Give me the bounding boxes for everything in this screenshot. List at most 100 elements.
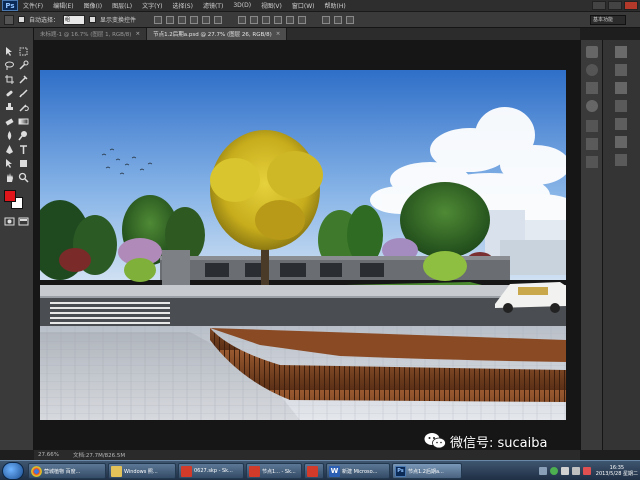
show-transform-checkbox[interactable] — [89, 16, 97, 23]
history-panel-icon[interactable] — [586, 46, 598, 58]
clone-stamp-tool-icon[interactable] — [4, 102, 15, 113]
align-right-icon[interactable] — [214, 15, 223, 24]
canvas-area[interactable] — [34, 40, 580, 450]
pen-tool-icon[interactable] — [4, 144, 15, 155]
menu-select[interactable]: 选择(S) — [167, 1, 198, 10]
layers-panel-icon[interactable] — [615, 100, 627, 112]
align-bottom-icon[interactable] — [178, 15, 187, 24]
document-size: 文档:27.7M/826.5M — [72, 453, 126, 459]
zoom-tool-icon[interactable] — [18, 172, 29, 183]
keyboard-icon[interactable] — [538, 467, 547, 475]
close-tab-icon[interactable]: × — [135, 31, 140, 37]
align-hcenter-icon[interactable] — [202, 15, 211, 24]
menu-layer[interactable]: 图层(L) — [107, 1, 137, 10]
menu-filter[interactable]: 滤镜(T) — [198, 1, 228, 10]
gradient-tool-icon[interactable] — [18, 116, 29, 127]
healing-brush-tool-icon[interactable] — [4, 88, 15, 99]
eyedropper-tool-icon[interactable] — [18, 74, 29, 85]
photoshop-logo: Ps — [2, 0, 18, 11]
document-canvas[interactable] — [40, 70, 566, 420]
menu-3d[interactable]: 3D(D) — [228, 2, 256, 9]
3d-pan-icon[interactable] — [346, 15, 355, 24]
brush-preset-panel-icon[interactable] — [586, 138, 598, 150]
workspace-switcher[interactable]: 基本功能 — [590, 15, 626, 25]
align-vcenter-icon[interactable] — [166, 15, 175, 24]
windows-taskbar: 营城植物 百度... Windows 照... 0627.skp - Sk...… — [0, 460, 640, 480]
marquee-tool-icon[interactable] — [18, 46, 29, 57]
actions-panel-icon[interactable] — [586, 64, 598, 76]
color-panel-icon[interactable] — [615, 46, 627, 58]
wechat-icon — [424, 433, 446, 449]
align-left-icon[interactable] — [190, 15, 199, 24]
hand-tool-icon[interactable] — [4, 172, 15, 183]
blur-tool-icon[interactable] — [4, 130, 15, 141]
distribute-left-icon[interactable] — [274, 15, 283, 24]
start-button[interactable] — [2, 462, 24, 480]
quick-select-tool-icon[interactable] — [18, 60, 29, 71]
screen-mode-icon[interactable] — [18, 216, 29, 227]
channels-panel-icon[interactable] — [615, 118, 627, 130]
tab-untitled-1[interactable]: 未标题-1 @ 16.7% (图层 1, RGB/8) × — [34, 28, 148, 40]
status-bar: 27.66% 文档:27.7M/826.5M — [34, 450, 580, 460]
paths-panel-icon[interactable] — [615, 136, 627, 148]
lasso-tool-icon[interactable] — [4, 60, 15, 71]
volume-icon[interactable] — [571, 467, 580, 475]
history-brush-tool-icon[interactable] — [18, 102, 29, 113]
distribute-bottom-icon[interactable] — [262, 15, 271, 24]
tab-node-1-2[interactable]: 节点1.2后期a.psd @ 27.7% (图层 26, RGB/8) × — [147, 28, 288, 40]
brush-tool-icon[interactable] — [18, 88, 29, 99]
move-tool-preset-icon[interactable] — [4, 14, 14, 25]
zoom-level[interactable]: 27.66% — [38, 452, 59, 458]
swatches-panel-icon[interactable] — [586, 82, 598, 94]
dodge-tool-icon[interactable] — [18, 130, 29, 141]
menu-edit[interactable]: 编辑(E) — [48, 1, 78, 10]
taskbar-item-sketchup-1[interactable]: 0627.skp - Sk... — [178, 463, 244, 479]
3d-mode-icon[interactable] — [322, 15, 331, 24]
tool-presets-panel-icon[interactable] — [586, 156, 598, 168]
shape-tool-icon[interactable] — [18, 158, 29, 169]
taskbar-item-sketchup-2[interactable]: 节点1... - Sk... — [246, 463, 302, 479]
distribute-vcenter-icon[interactable] — [250, 15, 259, 24]
styles-panel-icon[interactable] — [615, 82, 627, 94]
distribute-top-icon[interactable] — [238, 15, 247, 24]
wechat-tray-icon[interactable] — [549, 467, 558, 475]
menu-type[interactable]: 文字(Y) — [137, 1, 167, 10]
minimize-button[interactable] — [592, 1, 606, 10]
auto-select-dropdown[interactable]: 组 — [63, 14, 86, 25]
distribute-right-icon[interactable] — [298, 15, 307, 24]
maximize-button[interactable] — [608, 1, 622, 10]
quick-mask-icon[interactable] — [4, 216, 15, 227]
close-button[interactable] — [624, 1, 638, 10]
distribute-hcenter-icon[interactable] — [286, 15, 295, 24]
auto-select-checkbox[interactable] — [18, 16, 25, 23]
eraser-tool-icon[interactable] — [4, 116, 15, 127]
clone-source-panel-icon[interactable] — [586, 120, 598, 132]
move-tool-icon[interactable] — [4, 46, 15, 57]
taskbar-item-photo-viewer[interactable]: Windows 照... — [108, 463, 176, 479]
info-panel-icon[interactable] — [586, 100, 598, 112]
close-tab-icon[interactable]: × — [276, 31, 281, 37]
path-selection-tool-icon[interactable] — [4, 158, 15, 169]
taskbar-item-sketchup-3[interactable] — [304, 463, 324, 479]
menu-view[interactable]: 视图(V) — [256, 1, 287, 10]
character-panel-icon[interactable] — [615, 154, 627, 166]
clock[interactable]: 16:35 2013/5/28 星期二 — [596, 465, 638, 477]
menu-window[interactable]: 窗口(W) — [287, 1, 320, 10]
taskbar-item-photoshop[interactable]: Ps 节点1.2后期a... — [392, 463, 462, 479]
taskbar-item-chrome[interactable]: 营城植物 百度... — [28, 463, 106, 479]
menu-help[interactable]: 帮助(H) — [320, 1, 351, 10]
antivirus-icon[interactable] — [582, 467, 591, 475]
align-top-icon[interactable] — [154, 15, 163, 24]
chrome-icon — [31, 465, 42, 477]
adjustments-panel-icon[interactable] — [615, 64, 627, 76]
network-icon[interactable] — [560, 467, 569, 475]
3d-rotate-icon[interactable] — [334, 15, 343, 24]
type-tool-icon[interactable] — [18, 144, 29, 155]
tab-label: 未标题-1 @ 16.7% (图层 1, RGB/8) — [40, 32, 132, 38]
foreground-color-swatch-front[interactable] — [4, 190, 16, 202]
menu-file[interactable]: 文件(F) — [18, 1, 48, 10]
folder-icon — [111, 465, 122, 477]
taskbar-item-word[interactable]: W 新建 Microso... — [326, 463, 390, 479]
menu-image[interactable]: 图像(I) — [79, 1, 107, 10]
crop-tool-icon[interactable] — [4, 74, 15, 85]
